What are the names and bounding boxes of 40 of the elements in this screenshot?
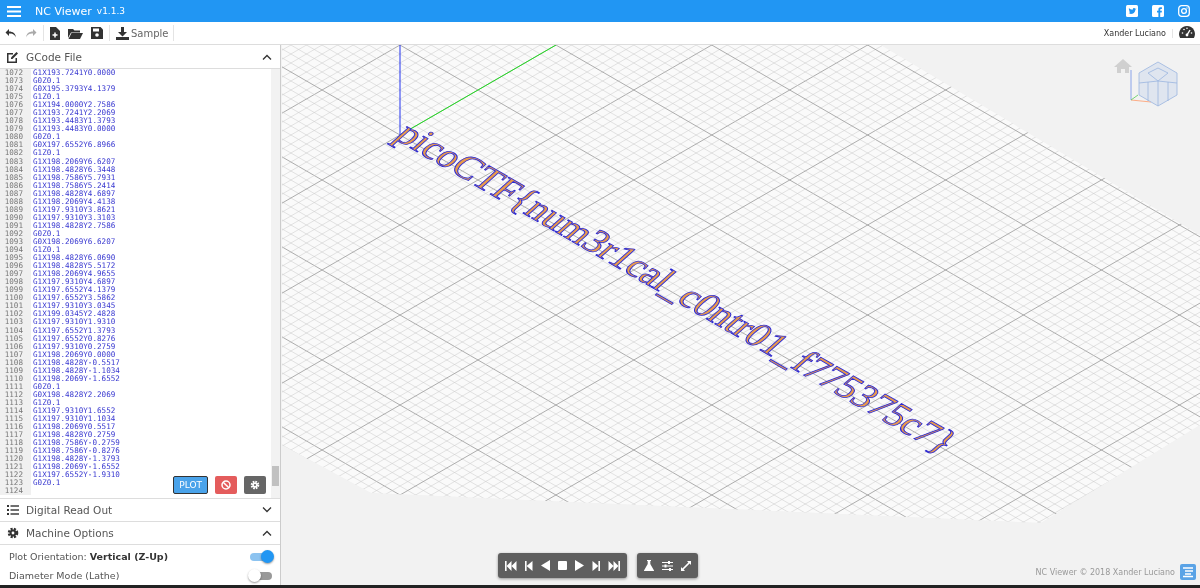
edit-icon	[7, 50, 19, 63]
save-icon[interactable]	[91, 27, 103, 39]
gear-icon	[7, 527, 19, 539]
step-back-icon[interactable]	[525, 560, 533, 571]
credit-text: NC Viewer © 2018 Xander Luciano	[1035, 567, 1175, 577]
camera-icon[interactable]	[1178, 5, 1190, 17]
download-icon	[116, 26, 129, 40]
toggle-switch[interactable]	[250, 552, 272, 561]
option-label: Plot Orientation: Vertical (Z-Up)	[9, 551, 168, 562]
cancel-button[interactable]	[215, 476, 237, 494]
skip-start-icon[interactable]	[505, 560, 517, 571]
f-logo-icon[interactable]	[1152, 5, 1164, 17]
play-reverse-icon[interactable]	[541, 560, 550, 571]
settings-button[interactable]	[244, 476, 266, 494]
sliders-icon[interactable]	[662, 560, 673, 571]
menu-icon[interactable]	[7, 5, 21, 17]
skip-end-icon[interactable]	[608, 560, 620, 571]
app-logo-icon	[1180, 564, 1196, 580]
panel-title: Machine Options	[26, 527, 115, 539]
settings-icon	[250, 480, 260, 490]
user-name: Xander Luciano	[1103, 28, 1173, 38]
sample-button[interactable]: Sample	[116, 25, 174, 41]
step-forward-icon[interactable]	[592, 560, 600, 571]
scrollbar[interactable]	[271, 69, 280, 498]
list-icon	[7, 505, 19, 515]
new-file-icon[interactable]	[50, 26, 60, 40]
expand-icon[interactable]	[681, 560, 691, 571]
bird-icon[interactable]	[1126, 5, 1138, 17]
undo-icon[interactable]	[5, 27, 17, 39]
app-title: NC Viewer	[35, 4, 92, 18]
panel-title: GCode File	[26, 50, 83, 63]
prohibited-icon	[221, 480, 231, 490]
play-icon[interactable]	[575, 560, 584, 571]
option-label: Diameter Mode (Lathe)	[9, 570, 120, 581]
folder-icon[interactable]	[68, 27, 83, 39]
gauge-icon[interactable]	[1179, 26, 1195, 40]
flask-icon[interactable]	[644, 560, 654, 571]
toggle-switch[interactable]	[250, 571, 272, 580]
app-version: v1.1.3	[96, 6, 126, 16]
panel-title: Digital Read Out	[26, 504, 114, 516]
